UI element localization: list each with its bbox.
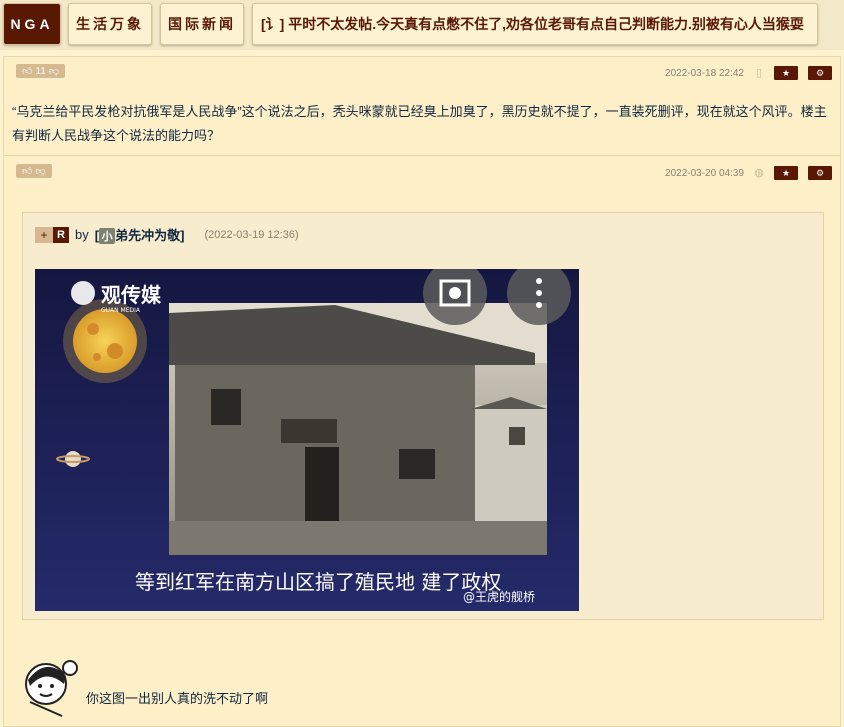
brand-text: 观传媒 xyxy=(101,283,162,307)
quoted-image[interactable]: 观传媒 GUAN MEDIA 等到红军在南方山区搞了殖民地 建了政权 @王虎的舰… xyxy=(35,269,579,611)
thumbs-up-icon[interactable]: 👍︎ xyxy=(22,65,32,77)
thread-title-tab[interactable]: [讠] 平时不太发帖.今天真有点憋不住了,劝各位老哥有点自己判断能力.别被有心人… xyxy=(252,3,818,45)
vote-widget[interactable]: 👍︎ 👎︎ xyxy=(16,164,52,178)
video-subtitle: 等到红军在南方山区搞了殖民地 建了政权 xyxy=(135,570,501,594)
thumbs-up-icon[interactable]: 👍︎ xyxy=(22,165,32,177)
vote-count: 11 xyxy=(35,65,46,77)
user-badge: 小 xyxy=(99,228,116,244)
tab-life[interactable]: 生活万象 xyxy=(68,3,152,45)
top-navigation-bar: NGA 生活万象 国际新闻 [讠] 平时不太发帖.今天真有点憋不住了,劝各位老哥… xyxy=(0,0,844,50)
post-1: 👍︎ 11 👎︎ 2022-03-18 22:42 ▯ ★ ⚙ “乌克兰给平民发… xyxy=(3,56,841,156)
quoted-user-name: 弟先冲为敬 xyxy=(115,228,181,243)
mobile-device-icon: ▯ xyxy=(755,67,763,79)
quote-header: + R by [小弟先冲为敬] (2022-03-19 12:36) xyxy=(35,225,299,244)
reply-r-icon[interactable]: R xyxy=(53,226,69,243)
quoted-user-link[interactable]: [小弟先冲为敬] xyxy=(95,225,184,244)
by-label: by xyxy=(75,227,89,242)
nga-logo-button[interactable]: NGA xyxy=(3,3,61,45)
quote-time: (2022-03-19 12:36) xyxy=(204,228,299,241)
thumbs-down-icon[interactable]: 👎︎ xyxy=(35,165,45,177)
post-timestamp: 2022-03-18 22:42 xyxy=(665,67,744,79)
post-timestamp: 2022-03-20 04:39 xyxy=(665,167,744,179)
building-sign xyxy=(281,419,337,443)
planet-illustration xyxy=(65,451,81,467)
anime-avatar-icon xyxy=(16,654,82,718)
settings-gear-button[interactable]: ⚙ xyxy=(808,166,832,180)
thumbs-down-icon[interactable]: 👎︎ xyxy=(49,65,59,77)
image-scene: 观传媒 GUAN MEDIA 等到红军在南方山区搞了殖民地 建了政权 @王虎的舰… xyxy=(35,269,579,611)
image-watermark: @王虎的舰桥 xyxy=(463,589,535,604)
brand-sub-text: GUAN MEDIA xyxy=(101,307,141,314)
tab-international-news[interactable]: 国际新闻 xyxy=(160,3,244,45)
quote-block: + R by [小弟先冲为敬] (2022-03-19 12:36) 观传媒 G… xyxy=(22,212,824,620)
post-meta: 2022-03-20 04:39 ◍ ★ ⚙ xyxy=(665,166,832,180)
moon-illustration xyxy=(73,309,137,373)
favorite-star-button[interactable]: ★ xyxy=(774,166,798,180)
post-body: “乌克兰给平民发枪对抗俄军是人民战争”这个说法之后，秃头咪蒙就已经臭上加臭了，黑… xyxy=(12,104,827,143)
post-meta: 2022-03-18 22:42 ▯ ★ ⚙ xyxy=(665,66,832,80)
post-2: 👍︎ 👎︎ 2022-03-20 04:39 ◍ ★ ⚙ + R by [小弟先… xyxy=(3,156,841,727)
brand-logo-icon xyxy=(71,281,95,305)
quote-tags[interactable]: + R xyxy=(35,226,69,243)
expand-plus-icon[interactable]: + xyxy=(35,226,53,243)
android-device-icon: ◍ xyxy=(754,167,764,179)
reply-text: 你这图一出别人真的洗不动了啊 xyxy=(86,691,269,706)
favorite-star-button[interactable]: ★ xyxy=(774,66,798,80)
vote-widget[interactable]: 👍︎ 11 👎︎ xyxy=(16,64,65,78)
reply-avatar[interactable] xyxy=(16,654,82,718)
settings-gear-button[interactable]: ⚙ xyxy=(808,66,832,80)
